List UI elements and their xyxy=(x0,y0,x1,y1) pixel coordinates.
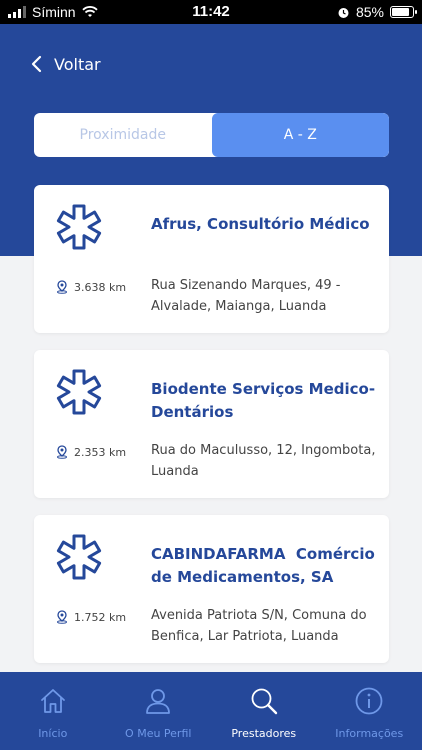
tab-proximidade[interactable]: Proximidade xyxy=(34,113,212,157)
distance-label: 3.638 km xyxy=(74,280,127,294)
battery-icon xyxy=(390,6,417,18)
provider-address: Rua Sizenando Marques, 49 - Alvalade, Ma… xyxy=(151,278,341,314)
location-pin-icon xyxy=(57,445,67,459)
medical-star-icon xyxy=(56,204,102,250)
provider-distance: 2.353 km xyxy=(55,445,126,459)
provider-address: Avenida Patriota S/N, Comuna do Benfica,… xyxy=(151,608,367,644)
nav-label: Informações xyxy=(335,727,404,740)
tab-a-z[interactable]: A - Z xyxy=(211,113,389,157)
nav-label: Início xyxy=(38,727,68,740)
home-icon xyxy=(40,689,65,713)
distance-label: 2.353 km xyxy=(74,445,127,459)
provider-card[interactable]: Biodente Serviços Medico-Dentários 2.353… xyxy=(34,350,389,498)
provider-name: Afrus, Consultório Médico xyxy=(151,215,370,233)
battery-percent: 85% xyxy=(355,4,384,20)
nav-label: O Meu Perfil xyxy=(125,727,192,740)
info-icon xyxy=(355,687,383,715)
medical-star-icon xyxy=(56,534,102,580)
back-label: Voltar xyxy=(54,54,101,74)
provider-card[interactable]: CABINDAFARMA Comércio de Medicamentos, S… xyxy=(34,515,389,663)
status-bar: Síminn 11:42 85% xyxy=(0,0,422,24)
provider-distance: 1.752 km xyxy=(55,610,126,624)
bottom-navigation: Início O Meu Perfil Prestadores Informaç… xyxy=(0,672,422,750)
provider-name: CABINDAFARMA Comércio de Medicamentos, S… xyxy=(151,545,380,586)
nav-inicio[interactable]: Início xyxy=(0,672,106,750)
nav-prestadores[interactable]: Prestadores xyxy=(211,672,317,750)
location-pin-icon xyxy=(57,610,67,624)
provider-name: Biodente Serviços Medico-Dentários xyxy=(151,380,376,421)
distance-label: 1.752 km xyxy=(74,610,127,624)
user-icon xyxy=(146,689,171,714)
search-icon xyxy=(251,688,277,715)
chevron-left-icon xyxy=(31,55,42,73)
alarm-icon xyxy=(338,7,349,18)
nav-informacoes[interactable]: Informações xyxy=(317,672,422,750)
provider-address: Rua do Maculusso, 12, Ingombota, Luanda xyxy=(151,443,376,479)
nav-o-meu-perfil[interactable]: O Meu Perfil xyxy=(106,672,212,750)
provider-card[interactable]: Afrus, Consultório Médico 3.638 km Rua S… xyxy=(34,185,389,333)
back-button[interactable]: Voltar xyxy=(30,52,101,76)
medical-star-icon xyxy=(56,369,102,415)
nav-label: Prestadores xyxy=(231,727,297,740)
sort-segmented-control: Proximidade A - Z xyxy=(34,113,389,157)
provider-distance: 3.638 km xyxy=(55,280,126,294)
location-pin-icon xyxy=(57,280,67,294)
